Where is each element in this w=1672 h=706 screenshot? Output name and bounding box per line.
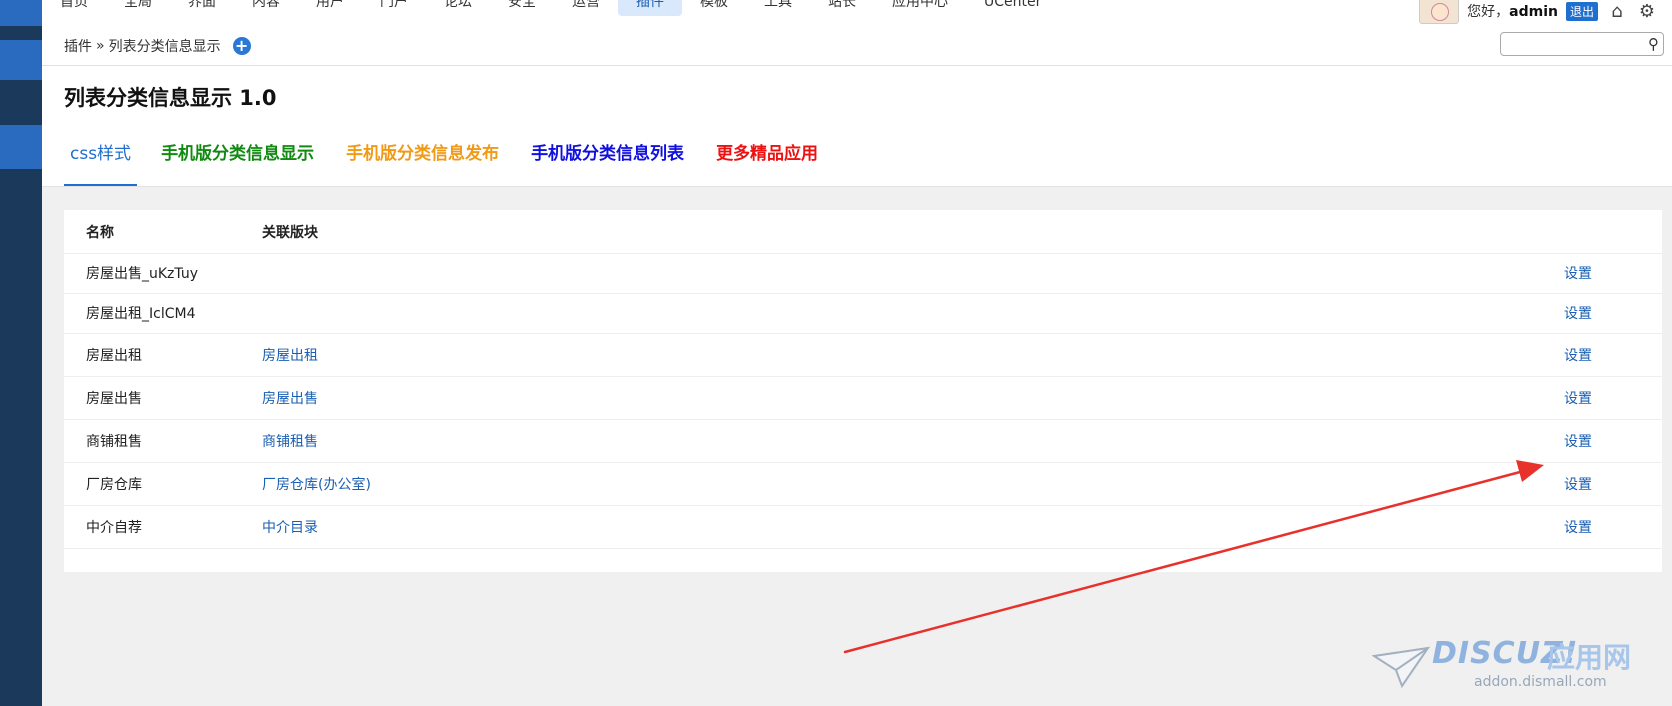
row-settings-link[interactable]: 设置 [1564, 431, 1592, 451]
table-row: 中介自荐 中介目录 设置 [64, 505, 1662, 549]
top-nav-item[interactable]: 首页 [42, 0, 106, 16]
search-box: ⚲ [1500, 32, 1664, 56]
top-nav-item[interactable]: UCenter [966, 0, 1059, 16]
top-nav-item[interactable]: 界面 [170, 0, 234, 16]
breadcrumb-bar: 插件 » 列表分类信息显示 + ⚲ [42, 26, 1672, 66]
tab-link-2[interactable]: 手机版分类信息发布 [344, 140, 501, 184]
sidebar-tile-active[interactable] [0, 125, 42, 169]
row-name: 房屋出售 [86, 390, 142, 407]
top-nav-item[interactable]: 运营 [554, 0, 618, 16]
search-icon[interactable]: ⚲ [1648, 35, 1659, 53]
tab-link-4[interactable]: 更多精品应用 [714, 140, 820, 184]
category-table: 名称 关联版块 房屋出售_uKzTuy 设置 房屋出租_IclCM4 设置 房屋出租 房屋出租… [64, 210, 1662, 572]
row-name: 厂房仓库 [86, 476, 142, 493]
top-nav-item[interactable]: 工具 [746, 0, 810, 16]
table-row: 商铺租售 商铺租售 设置 [64, 419, 1662, 463]
table-header: 名称 关联版块 [64, 210, 1662, 254]
home-icon[interactable]: ⌂ [1606, 1, 1628, 22]
sidebar-tile-top[interactable] [0, 0, 42, 26]
greeting-text: 您好， [1467, 4, 1510, 20]
watermark-url: addon.dismall.com [1474, 674, 1607, 690]
row-name: 房屋出售_uKzTuy [86, 266, 198, 282]
row-name: 商铺租售 [86, 433, 142, 450]
row-forum-link[interactable]: 中介目录 [262, 517, 318, 537]
row-forum-link[interactable]: 房屋出售 [262, 388, 318, 408]
avatar[interactable] [1419, 0, 1460, 24]
watermark: DISCUZ! 应用网 addon.dismall.com [1372, 636, 1662, 702]
row-settings-link[interactable]: 设置 [1564, 303, 1592, 323]
row-settings-link[interactable]: 设置 [1564, 474, 1592, 494]
top-nav-item[interactable]: 应用中心 [874, 0, 966, 16]
row-settings-link[interactable]: 设置 [1564, 517, 1592, 537]
top-nav-item[interactable]: 全局 [106, 0, 170, 16]
breadcrumb: 插件 » 列表分类信息显示 + [64, 26, 251, 65]
breadcrumb-separator: » [96, 37, 105, 54]
top-nav-item[interactable]: 站长 [810, 0, 874, 16]
table-row: 厂房仓库 厂房仓库(办公室) 设置 [64, 462, 1662, 506]
row-forum-link[interactable]: 厂房仓库(办公室) [262, 474, 371, 494]
row-name: 房屋出租_IclCM4 [86, 306, 196, 322]
top-user-area: 您好，admin 退出 ⌂ ⚙ [1419, 0, 1658, 24]
row-name: 房屋出租 [86, 347, 142, 364]
row-settings-link[interactable]: 设置 [1564, 388, 1592, 408]
row-settings-link[interactable]: 设置 [1564, 345, 1592, 365]
gear-icon[interactable]: ⚙ [1636, 1, 1658, 22]
table-row: 房屋出售_uKzTuy 设置 [64, 253, 1662, 294]
top-nav-item[interactable]: 门户 [362, 0, 426, 16]
paper-plane-icon [1372, 646, 1431, 688]
left-sidebar [0, 0, 42, 706]
top-nav-item[interactable]: 模板 [682, 0, 746, 16]
plugin-header: 列表分类信息显示 1.0 css样式 手机版分类信息显示 手机版分类信息发布 手机版分… [42, 66, 1672, 187]
logout-button[interactable]: 退出 [1565, 1, 1598, 21]
search-input[interactable] [1505, 34, 1639, 56]
breadcrumb-parent[interactable]: 插件 [64, 36, 92, 56]
tab-link-1[interactable]: 手机版分类信息显示 [159, 140, 316, 184]
username: admin [1509, 4, 1558, 20]
top-nav-menu: 首页 全局 界面 内容 用户 门户 论坛 安全 运营 插件 模板 工具 站长 应用中心 UCenter [42, 0, 1059, 16]
tab-css-style[interactable]: css样式 [64, 140, 138, 186]
top-nav-item[interactable]: 安全 [490, 0, 554, 16]
greeting: 您好，admin [1467, 1, 1558, 21]
top-nav-item[interactable]: 插件 [618, 0, 682, 16]
table-row: 房屋出售 房屋出售 设置 [64, 376, 1662, 420]
breadcrumb-current: 列表分类信息显示 [108, 38, 221, 55]
watermark-cn: 应用网 [1547, 641, 1632, 674]
tab-link-3[interactable]: 手机版分类信息列表 [529, 140, 686, 184]
avatar-face [1431, 3, 1450, 21]
sidebar-tile-middle[interactable] [0, 40, 42, 80]
column-header-name: 名称 [86, 224, 114, 241]
row-forum-link[interactable]: 商铺租售 [262, 431, 318, 451]
row-settings-link[interactable]: 设置 [1564, 263, 1592, 283]
add-shortcut-button[interactable]: + [232, 36, 251, 55]
table-row: 房屋出租_IclCM4 设置 [64, 293, 1662, 334]
top-nav-item[interactable]: 用户 [298, 0, 362, 16]
column-header-forum: 关联版块 [262, 224, 318, 241]
top-nav-item[interactable]: 论坛 [426, 0, 490, 16]
page-title: 列表分类信息显示 1.0 [64, 86, 277, 110]
row-forum-link[interactable]: 房屋出租 [262, 345, 318, 365]
top-nav-bar: 首页 全局 界面 内容 用户 门户 论坛 安全 运营 插件 模板 工具 站长 应用中心 UCenter 您好… [42, 0, 1672, 27]
top-nav-item[interactable]: 内容 [234, 0, 298, 16]
row-name: 中介自荐 [86, 519, 142, 536]
table-row: 房屋出租 房屋出租 设置 [64, 333, 1662, 377]
plugin-tabs: css样式 手机版分类信息显示 手机版分类信息发布 手机版分类信息列表 更多精品应用 [64, 140, 848, 186]
